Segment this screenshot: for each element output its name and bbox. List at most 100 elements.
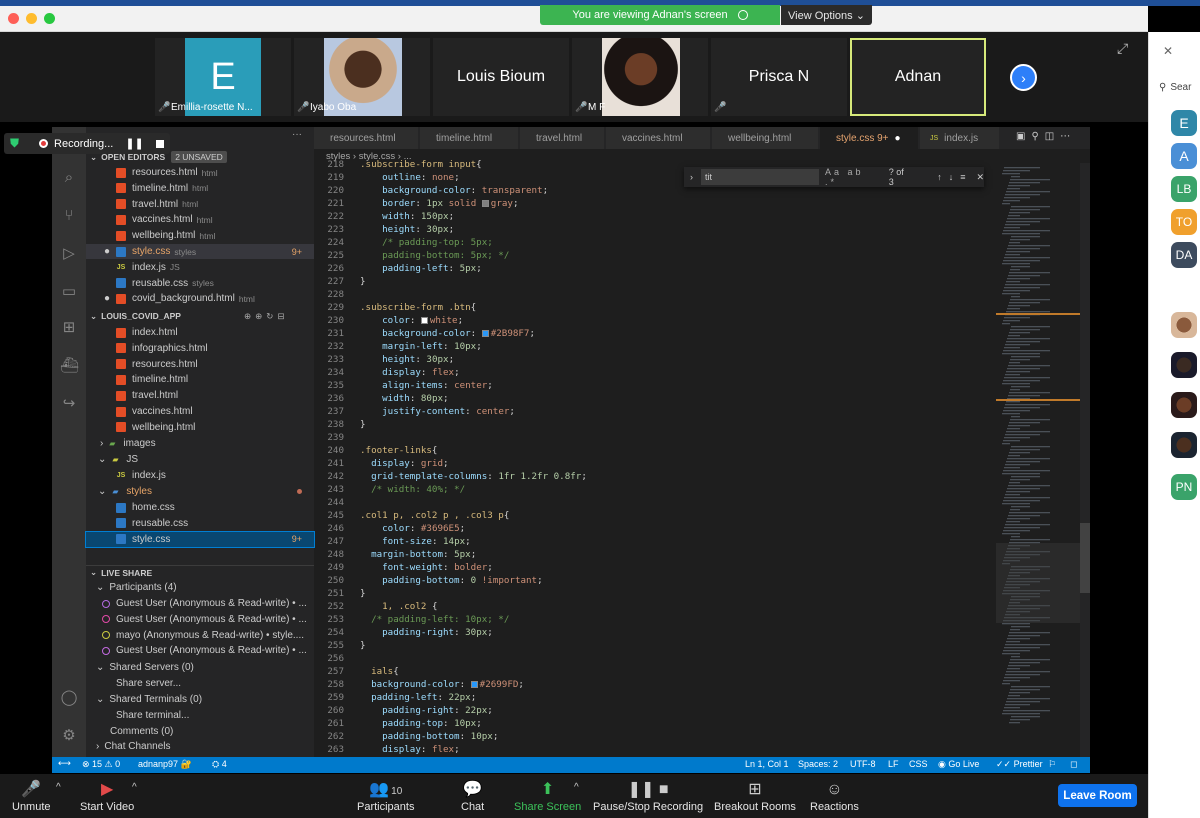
participants-node[interactable]: ⌄ Participants (4): [86, 580, 314, 595]
open-editor-item[interactable]: reusable.css styles: [86, 276, 314, 291]
unmute-button[interactable]: 🎤 Unmute: [12, 774, 51, 818]
participant-tile[interactable]: Prisca N 🎤: [711, 38, 847, 116]
live-share-participant[interactable]: Guest User (Anonymous & Read-write) • ..…: [86, 612, 314, 627]
avatar[interactable]: A: [1171, 143, 1197, 169]
file-item[interactable]: style.css 9+: [85, 530, 315, 548]
open-editor-item[interactable]: resources.html html: [86, 165, 314, 180]
file-item[interactable]: index.html: [86, 325, 314, 340]
open-editor-item[interactable]: ● covid_background.html html: [86, 291, 314, 306]
file-item[interactable]: resources.html: [86, 357, 314, 372]
breakout-rooms-button[interactable]: ⊞ Breakout Rooms: [714, 774, 796, 818]
reactions-button[interactable]: ☺ Reactions: [810, 774, 859, 818]
live-share-participant[interactable]: mayo (Anonymous & Read-write) • style...…: [86, 628, 314, 643]
participant-tile[interactable]: E 🎤 Emillia-rosette N...: [155, 38, 291, 116]
open-editor-item[interactable]: vaccines.html html: [86, 212, 314, 227]
chat-button[interactable]: 💬 Chat: [461, 774, 484, 818]
file-item[interactable]: reusable.css: [86, 516, 314, 531]
problems-status[interactable]: ⊗ 15 ⚠ 0: [82, 759, 120, 770]
project-header[interactable]: ⌄ LOUIS_COVID_APP ⊕⊕↻⊟: [86, 309, 314, 323]
leave-room-button[interactable]: Leave Room: [1058, 784, 1137, 807]
remote-icon[interactable]: ⟷: [58, 758, 71, 769]
live-share-participant[interactable]: Guest User (Anonymous & Read-write) • ..…: [86, 643, 314, 658]
open-editor-item[interactable]: wellbeing.html html: [86, 228, 314, 243]
share-server-link[interactable]: Share server...: [86, 676, 314, 691]
find-input[interactable]: [701, 169, 819, 185]
open-editor-item[interactable]: JS index.js JS: [86, 260, 314, 275]
live-share-header[interactable]: ⌄ LIVE SHARE: [86, 565, 314, 579]
share-screen-button[interactable]: ⬆ Share Screen: [514, 774, 581, 818]
account-icon[interactable]: ◯: [60, 689, 78, 707]
file-item[interactable]: home.css: [86, 500, 314, 515]
avatar[interactable]: [1171, 392, 1197, 418]
participant-tile-active[interactable]: Adnan: [850, 38, 986, 116]
code-editor[interactable]: 218 .subscribe-form input{219 outline: no…: [314, 159, 996, 757]
encoding-status[interactable]: UTF-8: [850, 759, 876, 769]
file-item[interactable]: wellbeing.html: [86, 420, 314, 435]
chevron-up-icon[interactable]: ^: [132, 782, 137, 793]
folder-js[interactable]: ⌄ ▰ JS: [86, 452, 314, 467]
remote-explorer-icon[interactable]: ▭: [60, 283, 78, 301]
shared-servers-node[interactable]: ⌄ Shared Servers (0): [86, 660, 314, 675]
minimap[interactable]: [996, 163, 1080, 757]
stop-icon[interactable]: [155, 139, 164, 148]
share-terminal-link[interactable]: Share terminal...: [86, 708, 314, 723]
avatar[interactable]: DA: [1171, 242, 1197, 268]
live-share-user[interactable]: adnanp97 🔐: [138, 759, 192, 770]
gear-icon[interactable]: ⚙: [60, 727, 78, 745]
editor-tab[interactable]: wellbeing.html: [712, 127, 819, 149]
comments-node[interactable]: Comments (0): [86, 724, 314, 739]
feedback-icon[interactable]: ⚐: [1048, 759, 1056, 770]
shared-terminals-node[interactable]: ⌄ Shared Terminals (0): [86, 692, 314, 707]
pause-stop-recording-button[interactable]: ❚❚ ■ Pause/Stop Recording: [593, 774, 703, 818]
avatar[interactable]: TO: [1171, 209, 1197, 235]
indentation-status[interactable]: Spaces: 2: [798, 759, 838, 769]
match-options-icons[interactable]: Aa ab .*: [825, 167, 881, 187]
file-item[interactable]: timeline.html: [86, 372, 314, 387]
live-share-icon[interactable]: ↪: [60, 395, 78, 413]
view-options-button[interactable]: View Options ⌄: [781, 5, 872, 25]
find-nav-icons[interactable]: ↑↓≡: [937, 172, 972, 182]
close-icon[interactable]: ✕: [1163, 44, 1173, 58]
start-video-button[interactable]: ▶ Start Video: [80, 774, 134, 818]
folder-styles[interactable]: ⌄ ▰ styles: [86, 484, 314, 499]
close-icon[interactable]: ✕: [976, 172, 984, 183]
expand-icon[interactable]: ⤢: [1117, 40, 1128, 57]
open-editor-item[interactable]: travel.html html: [86, 197, 314, 212]
open-editor-item[interactable]: ● style.css styles 9+: [86, 244, 314, 259]
folder-images[interactable]: › ▰ images: [86, 436, 314, 451]
participants-status[interactable]: ⛭ 4: [212, 759, 227, 770]
minimize-icon[interactable]: [26, 13, 37, 24]
participant-tile[interactable]: 🎤 M F: [572, 38, 708, 116]
maximize-icon[interactable]: [44, 13, 55, 24]
open-editor-item[interactable]: timeline.html html: [86, 181, 314, 196]
participant-tile[interactable]: Louis Bioum: [433, 38, 569, 116]
avatar[interactable]: E: [1171, 110, 1197, 136]
chevron-right-icon[interactable]: ›: [690, 172, 693, 182]
extensions-icon[interactable]: ⊞: [60, 319, 78, 337]
participant-tile[interactable]: 🎤 Iyabo Oba: [294, 38, 430, 116]
run-debug-icon[interactable]: ▷: [60, 245, 78, 263]
editor-tab[interactable]: style.css 9+ ●: [820, 127, 919, 149]
avatar[interactable]: [1171, 432, 1197, 458]
editor-tab[interactable]: timeline.html: [420, 127, 519, 149]
eol-status[interactable]: LF: [888, 759, 899, 769]
bell-icon[interactable]: ◻: [1070, 759, 1077, 770]
participants-button[interactable]: 👥 10 Participants: [357, 774, 414, 818]
file-item[interactable]: travel.html: [86, 388, 314, 403]
editor-tab[interactable]: travel.html: [520, 127, 605, 149]
avatar[interactable]: LB: [1171, 176, 1197, 202]
cursor-position[interactable]: Ln 1, Col 1: [745, 759, 789, 769]
chevron-up-icon[interactable]: ^: [574, 782, 579, 793]
close-icon[interactable]: [8, 13, 19, 24]
file-item[interactable]: JS index.js: [86, 468, 314, 483]
language-status[interactable]: CSS: [909, 759, 928, 769]
chat-channels-node[interactable]: › Chat Channels: [86, 739, 314, 754]
avatar[interactable]: [1171, 312, 1197, 338]
editor-actions-icons[interactable]: ▣⚲◫⋯: [1016, 131, 1076, 142]
file-item[interactable]: infographics.html: [86, 341, 314, 356]
live-share-participant[interactable]: Guest User (Anonymous & Read-write) • ..…: [86, 596, 314, 611]
chevron-right-icon[interactable]: ›: [1010, 64, 1037, 91]
docker-icon[interactable]: ⛴: [60, 357, 79, 375]
pause-icon[interactable]: ❚❚: [125, 137, 143, 150]
source-control-icon[interactable]: ⑂: [60, 207, 78, 225]
